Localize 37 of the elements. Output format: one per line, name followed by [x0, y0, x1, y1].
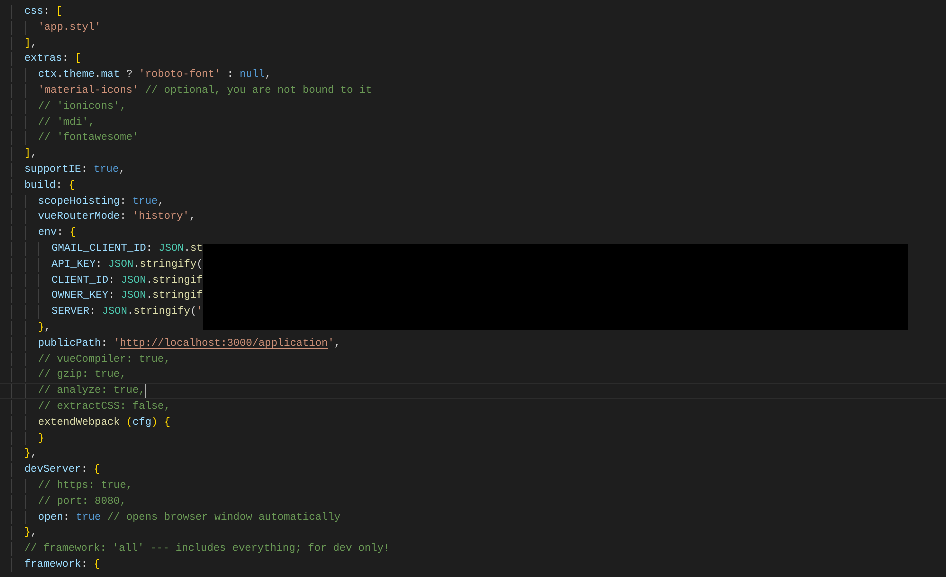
code-line: GMAIL_CLIENT_ID: JSON.st [52, 242, 204, 256]
code-line: 'material-icons' // optional, you are not bound to it [38, 84, 372, 98]
code-line: // 'mdi', [38, 116, 95, 130]
code-line: SERVER: JSON.stringify(' [52, 305, 204, 319]
code-line: 'app.styl' [38, 20, 102, 35]
code-line: build: { [24, 178, 76, 193]
code-line: extras: [ [24, 52, 82, 66]
code-line: // 'fontawesome' [38, 131, 140, 146]
code-line: // framework: 'all' --- includes everything; for dev only! [24, 542, 390, 556]
code-line: // gzip: true, [38, 368, 126, 382]
code-line: }, [38, 320, 51, 335]
code-line: vueRouterMode: 'history', [38, 210, 196, 224]
code-line: }, [24, 526, 38, 540]
code-line: // https: true, [38, 478, 133, 493]
code-line: extendWebpack (cfg) { [38, 416, 171, 430]
code-line: ctx.theme.mat ? 'roboto-font' : null, [38, 68, 272, 82]
code-line: }, [24, 447, 38, 462]
code-line: // analyze: true, [38, 384, 146, 398]
code-line: scopeHoisting: true, [38, 194, 164, 208]
code-line: // 'ionicons', [38, 100, 126, 114]
code-line: supportIE: true, [24, 162, 126, 177]
code-line: CLIENT_ID: JSON.stringif [52, 274, 204, 288]
code-line: // extractCSS: false, [38, 400, 171, 414]
code-line: env: { [38, 226, 76, 240]
code-line: css: [ [24, 5, 62, 19]
code-line: // vueCompiler: true, [38, 352, 171, 366]
code-line: } [38, 432, 44, 446]
code-line: API_KEY: JSON.stringify( [52, 258, 204, 272]
code-line: open: true // opens browser window automatically [38, 510, 341, 524]
code-line: framework: { [24, 558, 100, 572]
text-cursor [145, 384, 146, 398]
code-line: OWNER_KEY: JSON.stringif [52, 289, 204, 304]
code-line: devServer: { [24, 463, 100, 477]
code-line: // port: 8080, [38, 494, 126, 508]
code-line: ], [24, 36, 38, 50]
code-line: publicPath: 'http://localhost:3000/application', [38, 336, 341, 351]
code-line: ], [24, 147, 38, 161]
